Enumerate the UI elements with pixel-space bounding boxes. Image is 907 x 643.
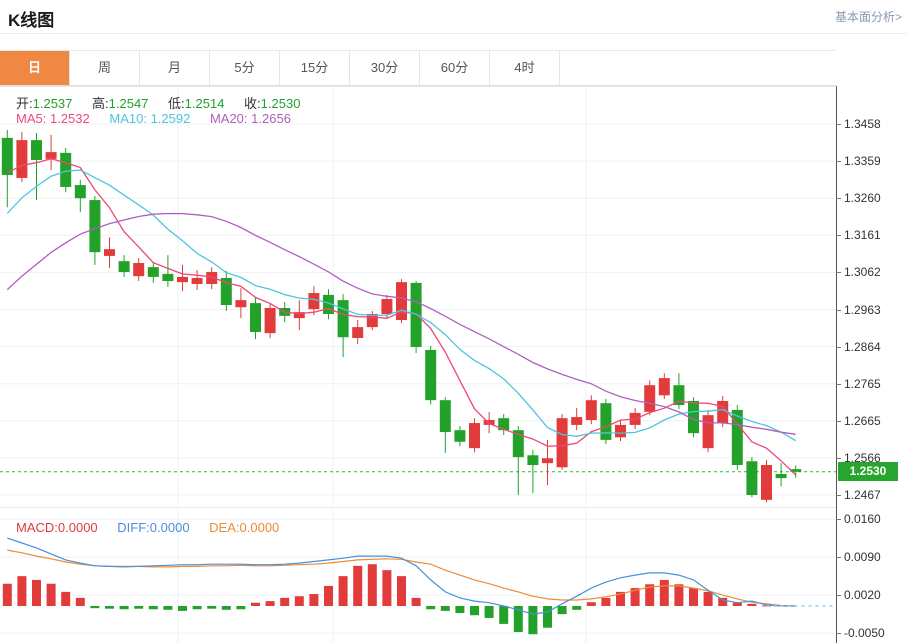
macd-axis-label: 0.0160 [844,512,881,526]
price-axis-label: 1.3062 [844,265,881,279]
price-axis-label: 1.3359 [844,154,881,168]
diff-readout: DIFF:0.0000 [117,520,189,535]
page-title: K线图 [8,6,54,31]
tab-30min[interactable]: 30分 [350,51,420,85]
axis-tick [836,519,841,520]
tab-daily[interactable]: 日 [0,51,70,85]
dea-readout: DEA:0.0000 [209,520,279,535]
tab-weekly[interactable]: 周 [70,51,140,85]
price-axis-label: 1.2864 [844,340,881,354]
price-axis-label: 1.3458 [844,117,881,131]
axis-tick [836,347,841,348]
axis-tick [836,633,841,634]
candles-layer [2,130,801,502]
axis-tick [836,495,841,496]
pane-divider [0,507,836,508]
macd-readout: MACD:0.0000 [16,520,98,535]
axis-tick [836,161,841,162]
macd-axis-label: 0.0020 [844,588,881,602]
axis-tick [836,272,841,273]
macd-axis-label: 0.0090 [844,550,881,564]
ma5-readout: MA5: 1.2532 [16,111,90,126]
tab-monthly[interactable]: 月 [140,51,210,85]
axis-tick [836,198,841,199]
open-readout: 开:1.2537 [16,96,72,111]
low-readout: 低:1.2514 [168,96,224,111]
macd-legend: MACD:0.0000 DIFF:0.0000 DEA:0.0000 [16,520,295,535]
period-tabbar: 日 周 月 5分 15分 30分 60分 4时 [0,50,836,86]
candlestick-canvas [0,86,836,505]
macd-histogram [3,564,771,634]
close-readout: 收:1.2530 [244,96,300,111]
tab-15min[interactable]: 15分 [280,51,350,85]
axis-tick [836,557,841,558]
price-axis-label: 1.2467 [844,488,881,502]
fundamental-analysis-link[interactable]: 基本面分析> [835,8,902,25]
axis-tick [836,310,841,311]
kline-widget: K线图 基本面分析> 日 周 月 5分 15分 30分 60分 4时 开:1.2… [0,0,907,643]
ohlc-legend: 开:1.2537 高:1.2547 低:1.2514 收:1.2530 [16,93,316,112]
price-axis-label: 1.2665 [844,414,881,428]
axis-tick [836,595,841,596]
high-readout: 高:1.2547 [92,96,148,111]
axis-tick [836,124,841,125]
axis-tick [836,384,841,385]
candlestick-chart[interactable] [0,86,836,510]
macd-axis-label: -0.0050 [844,626,885,640]
price-axis-label: 1.3161 [844,228,881,242]
price-axis-label: 1.2765 [844,377,881,391]
tab-60min[interactable]: 60分 [420,51,490,85]
ma20-readout: MA20: 1.2656 [210,111,291,126]
axis-tick [836,458,841,459]
ma10-readout: MA10: 1.2592 [109,111,190,126]
tab-5min[interactable]: 5分 [210,51,280,85]
axis-tick [836,235,841,236]
price-axis-label: 1.2963 [844,303,881,317]
axis-tick [836,421,841,422]
ma-legend: MA5: 1.2532 MA10: 1.2592 MA20: 1.2656 [16,111,307,126]
header-divider [0,33,907,34]
price-axis [836,86,837,643]
tab-4hour[interactable]: 4时 [490,51,560,85]
price-axis-label: 1.3260 [844,191,881,205]
current-price-tag: 1.2530 [838,462,898,481]
